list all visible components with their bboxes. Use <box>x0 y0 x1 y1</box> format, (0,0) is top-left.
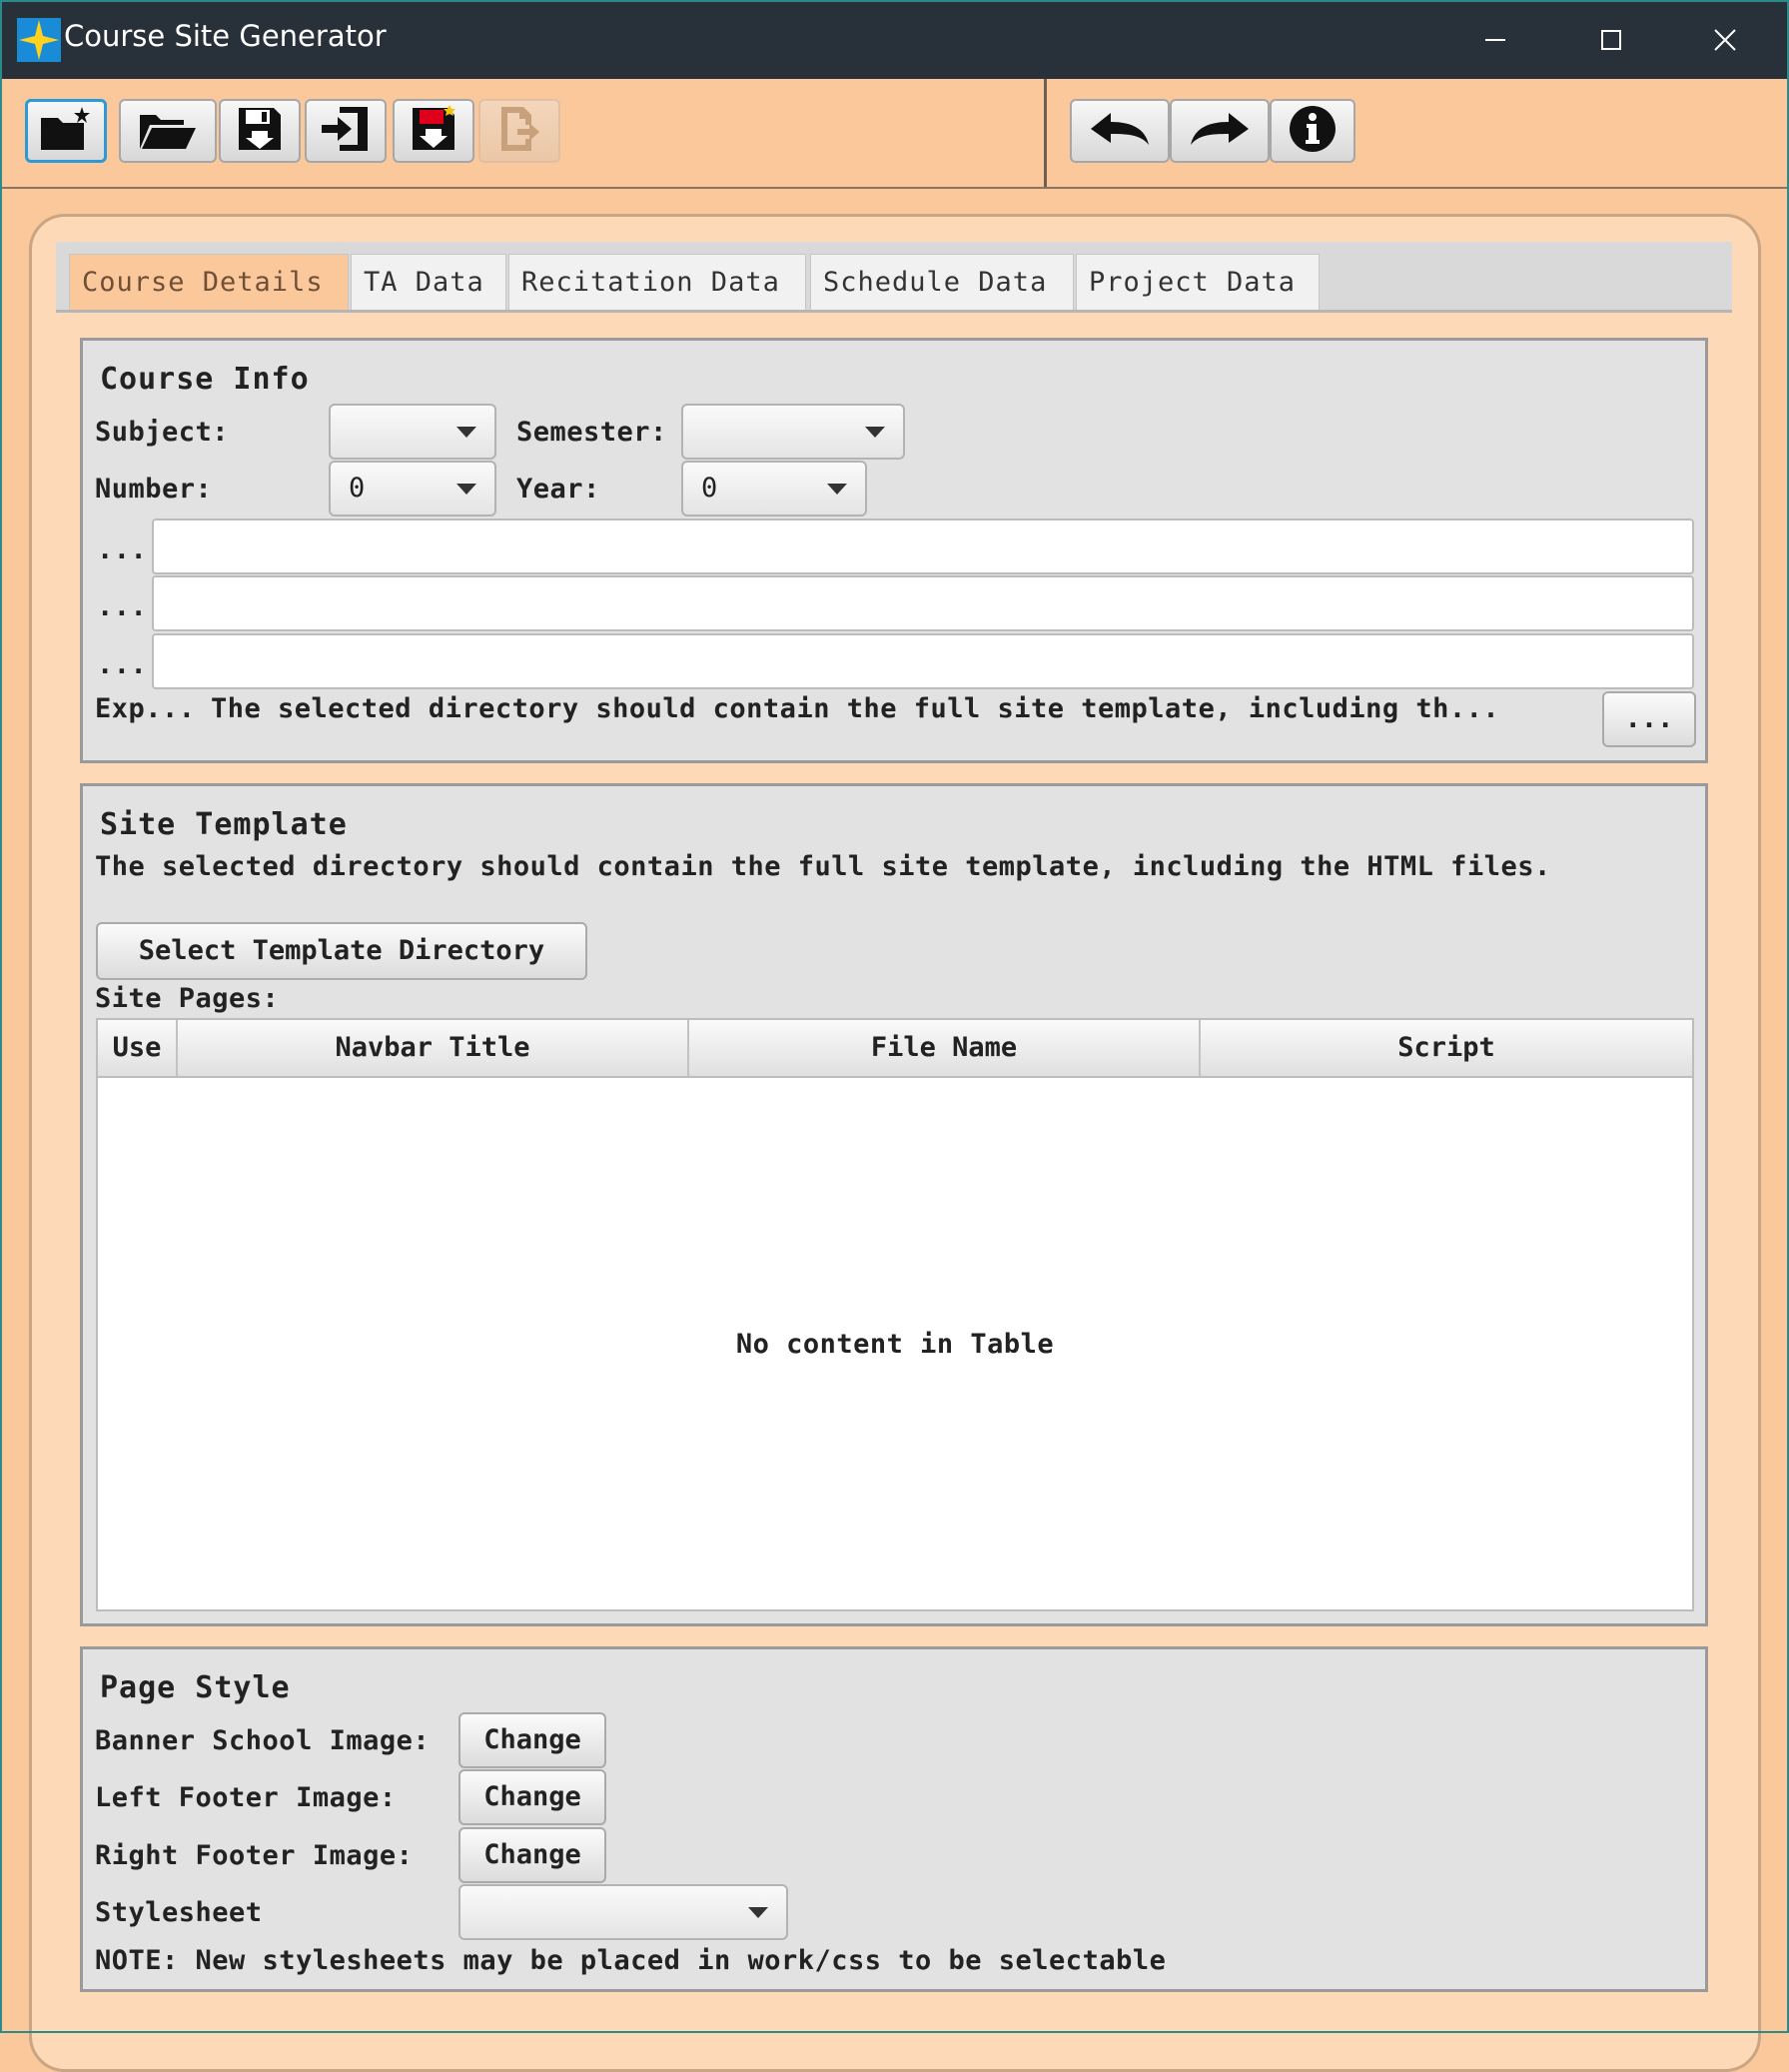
change-right-footer-button[interactable]: Change <box>458 1827 606 1883</box>
open-folder-icon <box>138 107 198 155</box>
number-value: 0 <box>349 473 366 504</box>
chevron-down-icon <box>456 484 476 495</box>
export-directory-text: The selected directory should contain th… <box>211 693 1500 724</box>
save-as-icon <box>410 105 457 157</box>
info-button[interactable] <box>1270 99 1355 163</box>
change-banner-button[interactable]: Change <box>458 1712 606 1768</box>
redo-button[interactable] <box>1170 99 1270 163</box>
browse-button[interactable]: ... <box>1602 691 1696 747</box>
year-label: Year: <box>516 474 600 505</box>
exit-button[interactable] <box>305 99 387 163</box>
semester-label: Semester: <box>516 417 667 448</box>
text-field-1[interactable] <box>152 518 1694 574</box>
chevron-down-icon <box>865 427 885 438</box>
change-left-footer-button[interactable]: Change <box>458 1769 606 1825</box>
page-style-section <box>80 1646 1708 1992</box>
save-icon <box>236 105 284 157</box>
site-pages-label: Site Pages: <box>95 983 280 1014</box>
stylesheet-label: Stylesheet <box>95 1897 263 1928</box>
column-header-file-name[interactable]: File Name <box>689 1020 1201 1078</box>
subject-label: Subject: <box>95 417 230 448</box>
year-value: 0 <box>701 473 718 504</box>
column-header-use[interactable]: Use <box>98 1020 178 1078</box>
tab-recitation-data[interactable]: Recitation Data <box>508 254 806 310</box>
tab-ta-data[interactable]: TA Data <box>351 254 506 310</box>
table-empty-text: No content in Table <box>735 1329 1055 1360</box>
toolbar-divider <box>1044 79 1047 187</box>
undo-icon <box>1089 109 1151 153</box>
open-button[interactable] <box>119 99 217 163</box>
info-icon <box>1289 105 1337 157</box>
window-title: Course Site Generator <box>64 19 387 53</box>
site-template-description: The selected directory should contain th… <box>95 851 1551 882</box>
field-label-3: ... <box>97 649 148 680</box>
course-info-title: Course Info <box>100 362 310 397</box>
toolbar <box>0 79 1789 189</box>
text-field-2[interactable] <box>152 575 1694 631</box>
year-combo[interactable]: 0 <box>681 461 867 517</box>
maximize-button[interactable] <box>1589 18 1633 62</box>
chevron-down-icon <box>827 484 847 495</box>
save-button[interactable] <box>219 99 301 163</box>
close-button[interactable] <box>1703 18 1747 62</box>
exit-icon <box>320 105 372 157</box>
tab-course-details[interactable]: Course Details <box>69 254 349 310</box>
number-combo[interactable]: 0 <box>329 461 496 517</box>
column-header-navbar-title[interactable]: Navbar Title <box>178 1020 689 1078</box>
stylesheet-combo[interactable] <box>458 1884 788 1940</box>
text-field-3[interactable] <box>152 633 1694 689</box>
save-as-button[interactable] <box>393 99 474 163</box>
export-label: Exp... <box>95 693 196 724</box>
subject-combo[interactable] <box>329 404 496 460</box>
column-header-script[interactable]: Script <box>1201 1020 1692 1078</box>
minimize-button[interactable] <box>1473 18 1517 62</box>
new-button[interactable] <box>25 99 107 163</box>
star-icon <box>17 18 61 62</box>
page-style-title: Page Style <box>100 1670 291 1705</box>
tab-schedule-data[interactable]: Schedule Data <box>810 254 1074 310</box>
tab-project-data[interactable]: Project Data <box>1076 254 1320 310</box>
right-footer-image-label: Right Footer Image: <box>95 1840 414 1871</box>
title-bar: Course Site Generator <box>0 0 1789 79</box>
export-button[interactable] <box>478 99 560 163</box>
left-footer-image-label: Left Footer Image: <box>95 1782 397 1813</box>
field-label-2: ... <box>97 591 148 622</box>
select-template-directory-button[interactable]: Select Template Directory <box>96 922 587 980</box>
stylesheet-note: NOTE: New stylesheets may be placed in w… <box>95 1945 1167 1976</box>
redo-icon <box>1189 109 1251 153</box>
chevron-down-icon <box>456 427 476 438</box>
field-label-1: ... <box>97 534 148 565</box>
banner-school-image-label: Banner School Image: <box>95 1725 431 1756</box>
new-icon <box>38 106 94 156</box>
export-icon <box>497 105 541 157</box>
chevron-down-icon <box>748 1907 768 1918</box>
site-template-title: Site Template <box>100 807 348 842</box>
number-label: Number: <box>95 474 213 505</box>
semester-combo[interactable] <box>681 404 905 460</box>
site-pages-table <box>96 1018 1694 1611</box>
undo-button[interactable] <box>1070 99 1170 163</box>
